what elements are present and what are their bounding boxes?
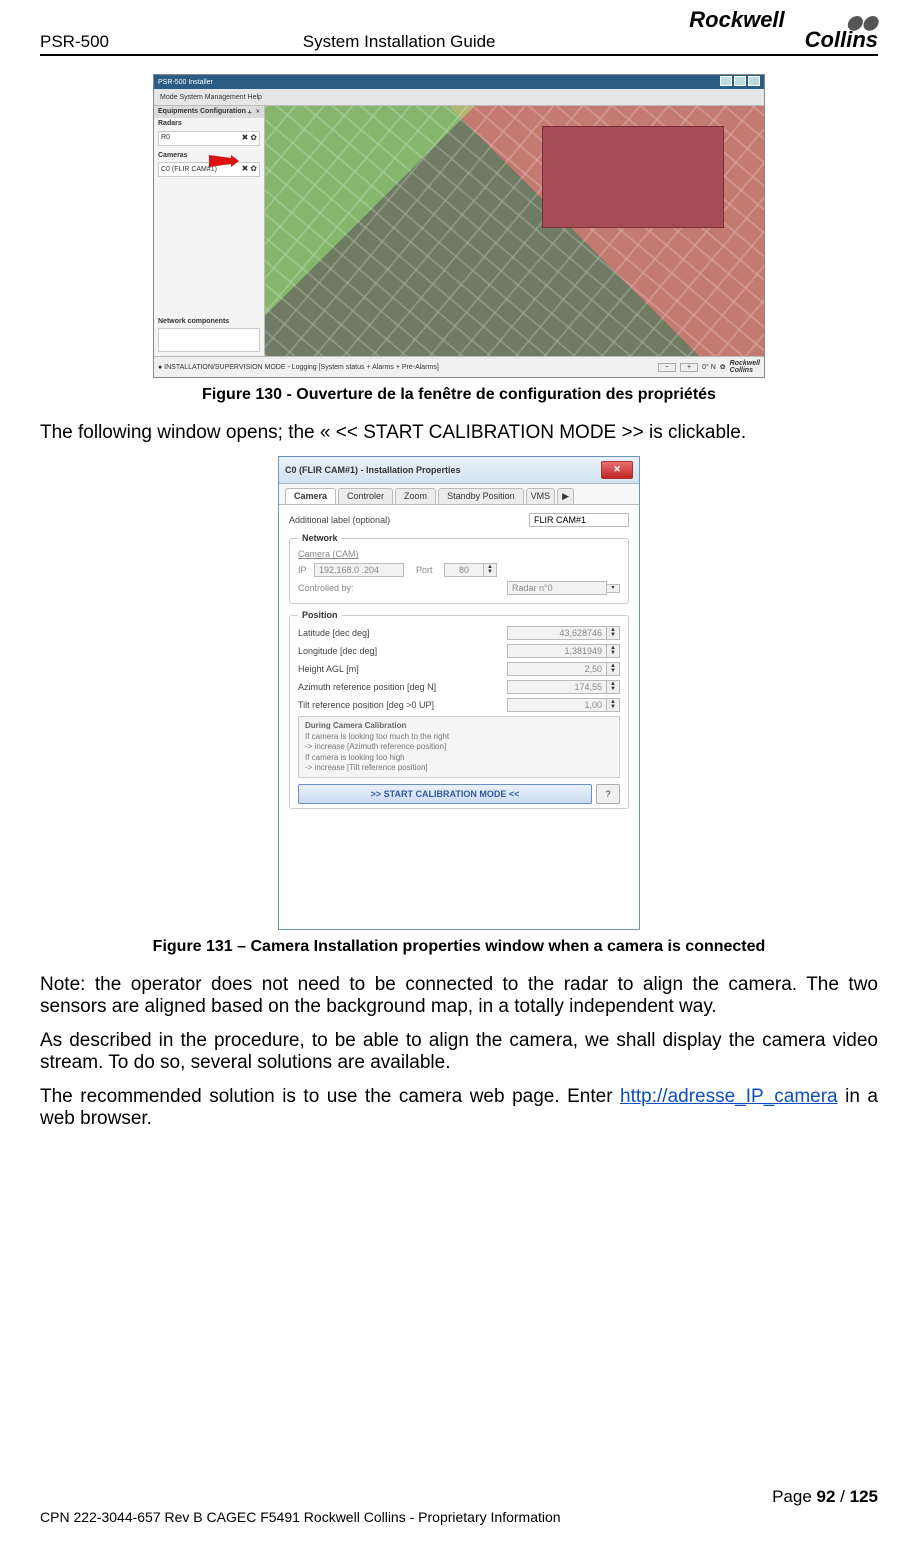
fig130-status-text: ● INSTALLATION/SUPERVISION MODE - Loggin… — [158, 364, 439, 372]
page-header: PSR-500 System Installation Guide Rockwe… — [40, 10, 878, 56]
lon-stepper[interactable]: ▲▼ — [607, 644, 620, 658]
label-ip: IP — [298, 565, 314, 575]
label-lon: Longitude [dec deg] — [298, 646, 507, 656]
footer-info: CPN 222-3044-657 Rev B CAGEC F5491 Rockw… — [40, 1509, 878, 1525]
help-button[interactable]: ? — [596, 784, 620, 804]
logo-collins: Collins — [805, 27, 878, 52]
tab-camera[interactable]: Camera — [285, 488, 336, 504]
start-calibration-button[interactable]: >> START CALIBRATION MODE << — [298, 784, 592, 804]
input-port[interactable]: 80 — [444, 563, 484, 577]
tab-controler[interactable]: Controler — [338, 488, 393, 504]
group-position: Position — [298, 610, 342, 620]
header-logo: Rockwell⬤⬤ Collins — [689, 10, 878, 52]
paragraph-1: The following window opens; the « << STA… — [40, 422, 878, 444]
logo-rockwell: Rockwell — [689, 7, 784, 32]
zoom-in-button[interactable]: + — [680, 363, 698, 373]
input-azimuth[interactable]: 174,55 — [507, 680, 607, 694]
input-tilt[interactable]: 1,00 — [507, 698, 607, 712]
input-lat[interactable]: 43,628746 — [507, 626, 607, 640]
input-ip[interactable]: 192.168.0 .204 — [314, 563, 404, 577]
paragraph-3: As described in the procedure, to be abl… — [40, 1030, 878, 1074]
figure-130-screenshot: PSR-500 Installer Mode System Management… — [153, 74, 765, 378]
label-azimuth: Azimuth reference position [deg N] — [298, 682, 507, 692]
port-stepper[interactable]: ▲▼ — [484, 563, 497, 577]
figure-131-caption: Figure 131 – Camera Installation propert… — [40, 938, 878, 956]
zoom-out-button[interactable]: − — [658, 363, 676, 373]
fig130-menubar[interactable]: Mode System Management Help — [154, 89, 764, 106]
camera-item[interactable]: C0 (FLIR CAM#1) — [161, 166, 217, 174]
label-lat: Latitude [dec deg] — [298, 628, 507, 638]
radar-item-actions[interactable]: ✖✿ — [240, 134, 257, 143]
gear-icon[interactable]: ✿ — [720, 364, 726, 372]
input-additional[interactable]: FLIR CAM#1 — [529, 513, 629, 527]
lat-stepper[interactable]: ▲▼ — [607, 626, 620, 640]
figure-131-dialog: C0 (FLIR CAM#1) - Installation Propertie… — [278, 456, 640, 930]
pin-icon[interactable]: ⫠ ✕ — [247, 108, 260, 116]
page-number: Page 92 / 125 — [40, 1487, 878, 1507]
select-controlled[interactable]: Radar n°0 — [507, 581, 607, 595]
gear-icon: ✿ — [250, 164, 257, 173]
radar-item[interactable]: R0 — [161, 134, 170, 142]
radars-section[interactable]: Radars — [154, 118, 264, 130]
tab-vms[interactable]: VMS — [526, 488, 556, 504]
input-height[interactable]: 2,50 — [507, 662, 607, 676]
label-port: Port — [416, 565, 444, 575]
dialog-title: C0 (FLIR CAM#1) - Installation Propertie… — [285, 465, 461, 475]
delete-icon: ✖ — [242, 133, 249, 142]
tilt-stepper[interactable]: ▲▼ — [607, 698, 620, 712]
calibration-hint: During Camera Calibration If camera is l… — [298, 716, 620, 778]
network-section[interactable]: Network components — [154, 316, 264, 328]
red-arrow-icon — [209, 155, 239, 167]
group-network: Network — [298, 533, 342, 543]
label-additional: Additional label (optional) — [289, 515, 529, 525]
window-buttons[interactable] — [718, 76, 760, 89]
header-center: System Installation Guide — [303, 32, 496, 52]
controlled-dropdown[interactable]: ▾ — [607, 584, 620, 593]
tab-scroll-right[interactable]: ▶ — [557, 488, 574, 504]
input-lon[interactable]: 1,381949 — [507, 644, 607, 658]
tab-standby[interactable]: Standby Position — [438, 488, 524, 504]
fig130-window-title: PSR-500 Installer — [158, 79, 213, 87]
label-controlled: Controlled by: — [298, 583, 507, 593]
paragraph-2: Note: the operator does not need to be c… — [40, 974, 878, 1018]
label-height: Height AGL [m] — [298, 664, 507, 674]
paragraph-4: The recommended solution is to use the c… — [40, 1086, 878, 1130]
fig130-map-view[interactable] — [265, 106, 764, 356]
camera-item-actions[interactable]: ✖✿ — [240, 165, 257, 174]
azimuth-stepper[interactable]: ▲▼ — [607, 680, 620, 694]
height-stepper[interactable]: ▲▼ — [607, 662, 620, 676]
tab-zoom[interactable]: Zoom — [395, 488, 436, 504]
camera-url-link[interactable]: http://adresse_IP_camera — [620, 1086, 838, 1107]
close-button[interactable]: ✕ — [601, 461, 633, 479]
label-tilt: Tilt reference position [deg >0 UP] — [298, 700, 507, 710]
header-left: PSR-500 — [40, 32, 109, 52]
figure-130-caption: Figure 130 - Ouverture de la fenêtre de … — [40, 386, 878, 404]
delete-icon: ✖ — [242, 164, 249, 173]
status-logo: RockwellCollins — [730, 360, 760, 375]
gear-icon: ✿ — [250, 133, 257, 142]
heading-value: 0° N — [702, 364, 716, 372]
camera-link[interactable]: Camera (CAM) — [298, 549, 620, 559]
equip-config-title: Equipments Configuration — [158, 108, 246, 116]
